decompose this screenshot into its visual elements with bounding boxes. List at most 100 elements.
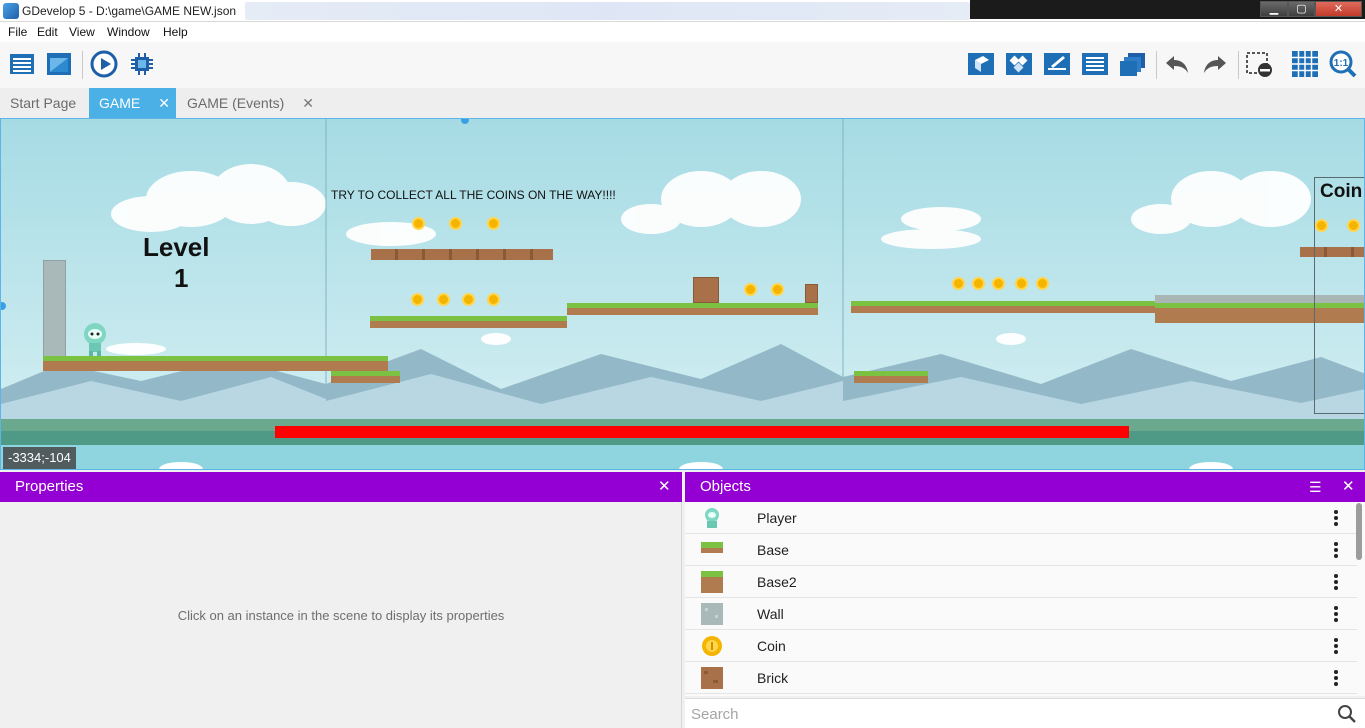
scene-window-icon[interactable] <box>45 50 73 78</box>
more-options-icon[interactable] <box>1329 667 1343 689</box>
filter-icon[interactable]: ☰ <box>1309 472 1322 502</box>
menu-window[interactable]: Window <box>107 25 150 39</box>
menu-view[interactable]: View <box>69 25 95 39</box>
list-item-brick[interactable]: Brick <box>685 662 1357 694</box>
window-title-bar: GDevelop 5 - D:\game\GAME NEW.json ▁ ▢ ✕ <box>0 0 1365 22</box>
menu-help[interactable]: Help <box>163 25 188 39</box>
close-icon[interactable]: ✕ <box>658 472 671 502</box>
coin-section-frame <box>1314 177 1364 414</box>
properties-empty-message: Click on an instance in the scene to dis… <box>177 608 505 623</box>
objects-scrollbar[interactable] <box>1356 503 1362 560</box>
base-platform[interactable] <box>43 356 388 371</box>
search-icon[interactable] <box>1337 704 1357 724</box>
tab-start-page[interactable]: Start Page <box>0 88 88 118</box>
base-platform[interactable] <box>851 301 1156 313</box>
coin-sprite[interactable] <box>411 293 424 306</box>
player-icon <box>705 508 719 528</box>
scene-editor-canvas[interactable]: Level 1 TRY TO COLLECT ALL THE COINS ON … <box>0 118 1365 470</box>
tab-game[interactable]: GAME ✕ <box>89 88 176 118</box>
project-manager-icon[interactable] <box>8 50 36 78</box>
object-name: Base <box>757 542 789 558</box>
editor-tabs: Start Page GAME ✕ GAME (Events) ✕ <box>0 88 1365 118</box>
wall-pillar[interactable] <box>43 260 66 357</box>
objects-panel-icon[interactable] <box>967 50 995 78</box>
objects-search-bar <box>685 698 1365 728</box>
tab-game-events[interactable]: GAME (Events) ✕ <box>177 88 320 118</box>
object-name: Wall <box>757 606 784 622</box>
properties-panel-title: Properties <box>15 478 84 495</box>
objects-list: Player Base Base2 Wall Coin Brick <box>685 502 1365 696</box>
coin-sprite[interactable] <box>952 277 965 290</box>
coin-sprite[interactable] <box>1015 277 1028 290</box>
base-platform[interactable] <box>331 371 400 383</box>
tab-label: GAME (Events) <box>187 95 285 111</box>
search-input[interactable] <box>691 703 1321 725</box>
more-options-icon[interactable] <box>1329 507 1343 529</box>
coin-sprite[interactable] <box>412 217 425 230</box>
instances-list-icon[interactable] <box>1081 50 1109 78</box>
coin-sprite[interactable] <box>1036 277 1049 290</box>
close-icon[interactable]: ✕ <box>1342 472 1355 502</box>
objects-panel-header: Objects ☰ ✕ <box>685 472 1365 502</box>
coin-sprite[interactable] <box>487 293 500 306</box>
more-options-icon[interactable] <box>1329 539 1343 561</box>
tab-label: Start Page <box>10 95 77 111</box>
close-window-button[interactable]: ✕ <box>1315 1 1362 17</box>
list-item-coin[interactable]: Coin <box>685 630 1357 662</box>
layers-icon[interactable] <box>1119 50 1147 78</box>
list-item-wall[interactable]: Wall <box>685 598 1357 630</box>
level-number-text[interactable]: 1 <box>174 263 188 294</box>
base2-tile-icon <box>701 571 723 593</box>
menu-edit[interactable]: Edit <box>37 25 58 39</box>
coin-label-text[interactable]: Coin <box>1320 181 1362 203</box>
preview-play-icon[interactable] <box>90 50 118 78</box>
more-options-icon[interactable] <box>1329 603 1343 625</box>
base-platform[interactable] <box>854 371 928 383</box>
coin-sprite[interactable] <box>771 283 784 296</box>
undo-icon[interactable] <box>1163 50 1191 78</box>
properties-icon[interactable] <box>1043 50 1071 78</box>
object-name: Coin <box>757 638 786 654</box>
more-options-icon[interactable] <box>1329 635 1343 657</box>
menu-file[interactable]: File <box>8 25 27 39</box>
hide-scene-icon[interactable] <box>1245 50 1273 78</box>
coin-sprite[interactable] <box>437 293 450 306</box>
hint-text[interactable]: TRY TO COLLECT ALL THE COINS ON THE WAY!… <box>331 188 616 202</box>
list-item-base[interactable]: Base <box>685 534 1357 566</box>
coin-sprite[interactable] <box>972 277 985 290</box>
toolbar-separator <box>1238 51 1239 79</box>
tab-label: GAME <box>99 95 141 111</box>
list-item-base2[interactable]: Base2 <box>685 566 1357 598</box>
base-tile-icon <box>701 542 723 553</box>
level-title-text[interactable]: Level <box>143 232 210 263</box>
redo-icon[interactable] <box>1201 50 1229 78</box>
object-groups-icon[interactable] <box>1005 50 1033 78</box>
close-tab-icon[interactable]: ✕ <box>302 88 314 118</box>
main-toolbar: 1:1 <box>0 42 1365 88</box>
coin-sprite[interactable] <box>487 217 500 230</box>
window-title: GDevelop 5 - D:\game\GAME NEW.json <box>22 4 237 18</box>
toolbar-separator <box>82 51 83 79</box>
object-name: Player <box>757 510 797 526</box>
maximize-button[interactable]: ▢ <box>1288 1 1315 17</box>
base-platform[interactable] <box>567 303 818 315</box>
player-sprite[interactable] <box>82 322 108 356</box>
lava-strip[interactable] <box>275 426 1129 438</box>
coin-sprite[interactable] <box>744 283 757 296</box>
more-options-icon[interactable] <box>1329 571 1343 593</box>
debugger-icon[interactable] <box>128 50 156 78</box>
grid-icon[interactable] <box>1291 50 1319 78</box>
brick-block[interactable] <box>693 277 719 303</box>
coin-sprite[interactable] <box>462 293 475 306</box>
brick-row[interactable] <box>371 249 553 260</box>
close-tab-icon[interactable]: ✕ <box>158 88 170 118</box>
minimize-button[interactable]: ▁ <box>1260 1 1288 17</box>
list-item-player[interactable]: Player <box>685 502 1357 534</box>
zoom-reset-icon[interactable]: 1:1 <box>1329 50 1357 78</box>
menu-bar: File Edit View Window Help <box>0 22 1365 42</box>
object-name: Base2 <box>757 574 797 590</box>
coin-sprite[interactable] <box>992 277 1005 290</box>
brick-block[interactable] <box>805 284 818 303</box>
coin-sprite[interactable] <box>449 217 462 230</box>
base-platform[interactable] <box>370 316 567 328</box>
